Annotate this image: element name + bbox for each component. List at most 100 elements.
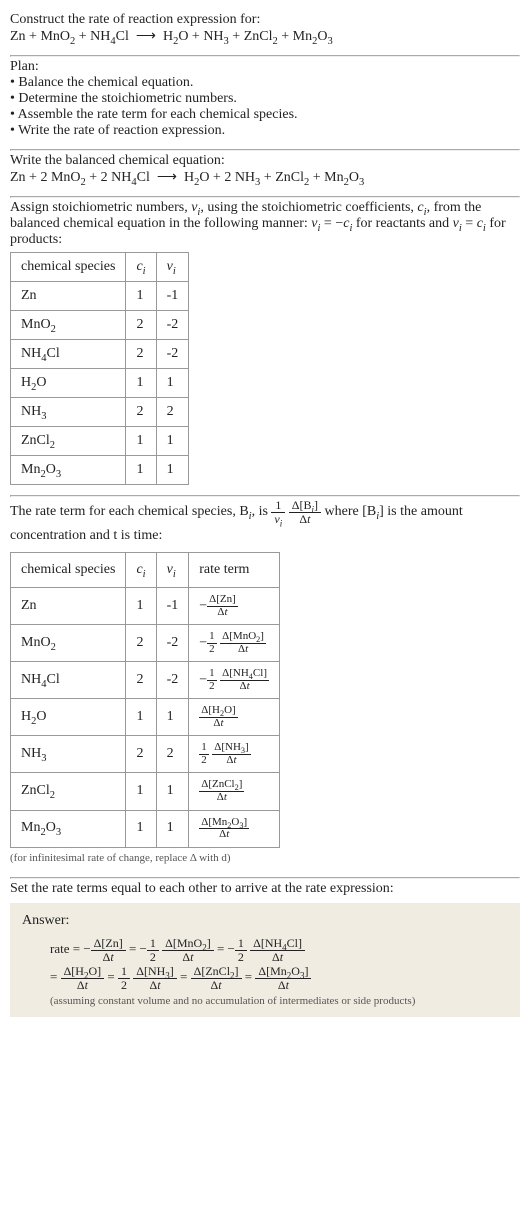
cell-ci: 2	[126, 625, 156, 662]
cell-nui: 1	[156, 699, 189, 736]
cell-rate-term: −Δ[Zn]Δt	[189, 587, 280, 624]
answer-note: (assuming constant volume and no accumul…	[50, 995, 508, 1007]
cell-ci: 2	[126, 662, 156, 699]
cell-ci: 2	[126, 340, 156, 369]
cell-ci: 1	[126, 369, 156, 398]
cell-ci: 2	[126, 736, 156, 773]
page-title: Construct the rate of reaction expressio…	[10, 12, 520, 28]
cell-ci: 2	[126, 311, 156, 340]
cell-ci: 1	[126, 587, 156, 624]
cell-nui: 1	[156, 773, 189, 810]
balanced-label: Write the balanced chemical equation:	[10, 153, 520, 169]
cell-species: NH3	[11, 398, 126, 427]
cell-nui: -2	[156, 625, 189, 662]
cell-rate-term: −12 Δ[NH4Cl]Δt	[189, 662, 280, 699]
cell-species: Mn2O3	[11, 456, 126, 485]
cell-nui: -2	[156, 311, 189, 340]
table-row: Zn1-1	[11, 282, 189, 311]
table-row: ZnCl211Δ[ZnCl2]Δt	[11, 773, 280, 810]
answer-line1: rate = −Δ[Zn]Δt = −12 Δ[MnO2]Δt = −12 Δ[…	[50, 935, 508, 963]
table-row: MnO22-2	[11, 311, 189, 340]
cell-nui: -2	[156, 340, 189, 369]
rate-term-intro: The rate term for each chemical species,…	[10, 504, 463, 543]
set-equal-text: Set the rate terms equal to each other t…	[10, 881, 520, 897]
cell-species: NH3	[11, 736, 126, 773]
table-row: ZnCl211	[11, 427, 189, 456]
cell-species: H2O	[11, 369, 126, 398]
cell-ci: 1	[126, 456, 156, 485]
cell-nui: -1	[156, 587, 189, 624]
table-row: Zn1-1−Δ[Zn]Δt	[11, 587, 280, 624]
table-header-row: chemical species ci νi rate term	[11, 552, 280, 587]
delta-b-frac: Δ[Bi]Δt	[289, 499, 321, 525]
rate-term-section: The rate term for each chemical species,…	[10, 497, 520, 877]
unbalanced-equation: Zn + MnO2 + NH4Cl ⟶ H2O + NH3 + ZnCl2 + …	[10, 28, 520, 45]
cell-ci: 1	[126, 773, 156, 810]
table-row: H2O11Δ[H2O]Δt	[11, 699, 280, 736]
col-nui: νi	[156, 253, 189, 282]
table-row: H2O11	[11, 369, 189, 398]
col-rate: rate term	[189, 552, 280, 587]
plan-label: Plan:	[10, 59, 520, 75]
cell-ci: 1	[126, 810, 156, 847]
answer-box: Answer: rate = −Δ[Zn]Δt = −12 Δ[MnO2]Δt …	[10, 903, 520, 1017]
table-row: Mn2O311	[11, 456, 189, 485]
one-over-nu-frac: 1νi	[271, 499, 285, 525]
cell-species: Zn	[11, 282, 126, 311]
cell-species: MnO2	[11, 625, 126, 662]
cell-nui: 1	[156, 456, 189, 485]
cell-nui: -1	[156, 282, 189, 311]
col-ci: ci	[126, 552, 156, 587]
stoich-table: chemical species ci νi Zn1-1MnO22-2NH4Cl…	[10, 252, 189, 485]
rate-table-note: (for infinitesimal rate of change, repla…	[10, 850, 520, 868]
cell-species: NH4Cl	[11, 662, 126, 699]
table-row: NH32212 Δ[NH3]Δt	[11, 736, 280, 773]
col-nui: νi	[156, 552, 189, 587]
cell-nui: -2	[156, 662, 189, 699]
plan-item: Determine the stoichiometric numbers.	[10, 91, 520, 107]
cell-ci: 1	[126, 282, 156, 311]
cell-ci: 1	[126, 427, 156, 456]
table-row: NH4Cl2-2−12 Δ[NH4Cl]Δt	[11, 662, 280, 699]
stoich-section: Assign stoichiometric numbers, νi, using…	[10, 198, 520, 495]
table-row: NH322	[11, 398, 189, 427]
cell-ci: 1	[126, 699, 156, 736]
cell-species: NH4Cl	[11, 340, 126, 369]
col-species: chemical species	[11, 253, 126, 282]
table-row: Mn2O311Δ[Mn2O3]Δt	[11, 810, 280, 847]
table-row: NH4Cl2-2	[11, 340, 189, 369]
plan-item: Write the rate of reaction expression.	[10, 123, 520, 139]
col-species: chemical species	[11, 552, 126, 587]
col-ci: ci	[126, 253, 156, 282]
cell-nui: 2	[156, 398, 189, 427]
cell-species: Zn	[11, 587, 126, 624]
cell-species: ZnCl2	[11, 427, 126, 456]
set-equal-section: Set the rate terms equal to each other t…	[10, 879, 520, 1027]
cell-rate-term: Δ[H2O]Δt	[189, 699, 280, 736]
cell-nui: 1	[156, 810, 189, 847]
cell-rate-term: 12 Δ[NH3]Δt	[189, 736, 280, 773]
answer-label: Answer:	[22, 913, 508, 929]
cell-nui: 1	[156, 369, 189, 398]
cell-nui: 2	[156, 736, 189, 773]
rate-table: chemical species ci νi rate term Zn1-1−Δ…	[10, 552, 280, 848]
stoich-intro: Assign stoichiometric numbers, νi, using…	[10, 200, 520, 248]
balanced-equation: Zn + 2 MnO2 + 2 NH4Cl ⟶ H2O + 2 NH3 + Zn…	[10, 169, 520, 186]
cell-species: H2O	[11, 699, 126, 736]
answer-line2: = Δ[H2O]Δt = 12 Δ[NH3]Δt = Δ[ZnCl2]Δt = …	[50, 963, 508, 991]
cell-species: ZnCl2	[11, 773, 126, 810]
cell-species: MnO2	[11, 311, 126, 340]
cell-rate-term: Δ[ZnCl2]Δt	[189, 773, 280, 810]
cell-species: Mn2O3	[11, 810, 126, 847]
header-section: Construct the rate of reaction expressio…	[10, 10, 520, 55]
plan-item: Assemble the rate term for each chemical…	[10, 107, 520, 123]
cell-rate-term: Δ[Mn2O3]Δt	[189, 810, 280, 847]
plan-list: Balance the chemical equation. Determine…	[10, 75, 520, 139]
balanced-section: Write the balanced chemical equation: Zn…	[10, 151, 520, 196]
cell-ci: 2	[126, 398, 156, 427]
plan-item: Balance the chemical equation.	[10, 75, 520, 91]
cell-nui: 1	[156, 427, 189, 456]
plan-section: Plan: Balance the chemical equation. Det…	[10, 57, 520, 149]
table-header-row: chemical species ci νi	[11, 253, 189, 282]
cell-rate-term: −12 Δ[MnO2]Δt	[189, 625, 280, 662]
